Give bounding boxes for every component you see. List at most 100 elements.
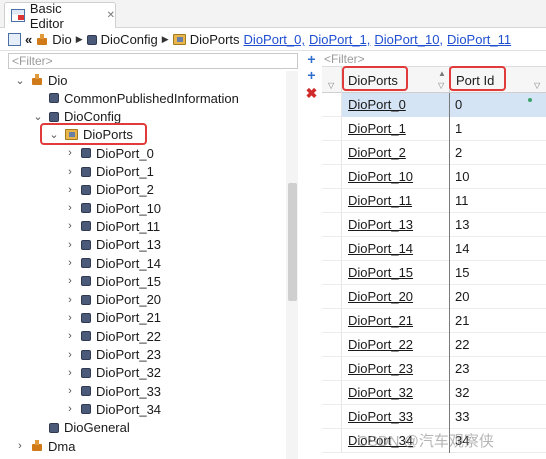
breadcrumb-item-dio[interactable]: Dio	[36, 32, 72, 47]
tree-item[interactable]: › DioPort_2	[64, 181, 154, 199]
chevron-right-icon[interactable]: ›	[64, 349, 76, 361]
row-number-cell[interactable]	[322, 285, 342, 309]
tree-item[interactable]: › DioPort_15	[64, 272, 161, 290]
chevron-right-icon[interactable]: ›	[64, 184, 76, 196]
tree-item[interactable]: › DioPort_14	[64, 254, 161, 272]
dioport-link[interactable]: DioPort_2	[348, 145, 406, 160]
table-row[interactable]: DioPort_0 0	[322, 93, 546, 117]
dioports-cell[interactable]: DioPort_33	[342, 405, 450, 429]
row-number-cell[interactable]	[322, 333, 342, 357]
row-number-cell[interactable]	[322, 381, 342, 405]
table-row[interactable]: DioPort_15 15	[322, 261, 546, 285]
port-id-cell[interactable]: 22	[450, 333, 546, 357]
table-row[interactable]: DioPort_11 11	[322, 189, 546, 213]
dioports-cell[interactable]: DioPort_20	[342, 285, 450, 309]
tree-item[interactable]: ⌄ Dio	[14, 71, 67, 89]
dioport-link[interactable]: DioPort_33	[348, 409, 413, 424]
tree-scrollbar[interactable]	[286, 71, 298, 459]
table-row[interactable]: DioPort_20 20	[322, 285, 546, 309]
basic-editor-tab[interactable]: Basic Editor ✕	[4, 1, 116, 31]
row-number-cell[interactable]	[322, 93, 342, 117]
grid-filter-input[interactable]: <Filter>	[322, 53, 546, 67]
dioports-cell[interactable]: DioPort_10	[342, 165, 450, 189]
filter-icon[interactable]: ▽	[328, 81, 334, 90]
dioports-cell[interactable]: DioPort_2	[342, 141, 450, 165]
row-number-cell[interactable]	[322, 141, 342, 165]
chevron-right-icon[interactable]: ›	[64, 220, 76, 232]
add-child-icon[interactable]: +	[305, 68, 318, 82]
scrollbar-thumb[interactable]	[288, 183, 297, 301]
row-number-cell[interactable]	[322, 357, 342, 381]
dioports-cell[interactable]: DioPort_22	[342, 333, 450, 357]
tree-item[interactable]: › DioPort_32	[64, 364, 161, 382]
dioport-link[interactable]: DioPort_20	[348, 289, 413, 304]
chevron-right-icon[interactable]: ›	[64, 385, 76, 397]
breadcrumb-back-button[interactable]: «	[25, 32, 32, 47]
dioport-link[interactable]: DioPort_15	[348, 265, 413, 280]
add-icon[interactable]: +	[305, 52, 318, 66]
breadcrumb-link[interactable]: DioPort_11	[447, 32, 511, 47]
table-row[interactable]: DioPort_23 23	[322, 357, 546, 381]
tree-item[interactable]: › DioPort_0	[64, 144, 154, 162]
dioports-cell[interactable]: DioPort_14	[342, 237, 450, 261]
row-header-cell[interactable]: ▽	[322, 67, 342, 93]
dioports-cell[interactable]: DioPort_23	[342, 357, 450, 381]
row-number-cell[interactable]	[322, 261, 342, 285]
tree-item[interactable]: › DioPort_21	[64, 309, 161, 327]
tree-item[interactable]: › DioPort_11	[64, 217, 160, 235]
dioports-cell[interactable]: DioPort_15	[342, 261, 450, 285]
row-number-cell[interactable]	[322, 213, 342, 237]
port-id-cell[interactable]: 0	[450, 93, 546, 117]
table-row[interactable]: DioPort_22 22	[322, 333, 546, 357]
row-number-cell[interactable]	[322, 429, 342, 453]
port-id-cell[interactable]: 11	[450, 189, 546, 213]
row-number-cell[interactable]	[322, 165, 342, 189]
filter-icon[interactable]: ▽	[534, 81, 540, 90]
tree-item[interactable]: › DioPort_10	[64, 199, 161, 217]
tree-item[interactable]: CommonPublishedInformation	[32, 89, 239, 107]
dioport-link[interactable]: DioPort_22	[348, 337, 413, 352]
table-row[interactable]: DioPort_13 13	[322, 213, 546, 237]
row-number-cell[interactable]	[322, 405, 342, 429]
row-number-cell[interactable]	[322, 237, 342, 261]
tree-filter-input[interactable]: <Filter>	[8, 53, 298, 69]
tree-item[interactable]: › DioPort_34	[64, 400, 161, 418]
row-number-cell[interactable]	[322, 189, 342, 213]
dioport-link[interactable]: DioPort_1	[348, 121, 406, 136]
dioport-link[interactable]: DioPort_14	[348, 241, 413, 256]
chevron-right-icon[interactable]: ›	[64, 166, 76, 178]
chevron-right-icon[interactable]: ›	[64, 257, 76, 269]
chevron-right-icon[interactable]: ›	[64, 202, 76, 214]
port-id-cell[interactable]: 10	[450, 165, 546, 189]
port-id-cell[interactable]: 32	[450, 381, 546, 405]
port-id-cell[interactable]: 13	[450, 213, 546, 237]
port-id-cell[interactable]: 2	[450, 141, 546, 165]
table-row[interactable]: DioPort_2 2	[322, 141, 546, 165]
tree-item[interactable]: › DioPort_20	[64, 291, 161, 309]
port-id-cell[interactable]: 14	[450, 237, 546, 261]
dioport-link[interactable]: DioPort_23	[348, 361, 413, 376]
tree-item[interactable]: › DioPort_33	[64, 382, 161, 400]
dioport-link[interactable]: DioPort_21	[348, 313, 413, 328]
dioports-cell[interactable]: DioPort_32	[342, 381, 450, 405]
port-id-cell[interactable]: 1	[450, 117, 546, 141]
breadcrumb-link[interactable]: DioPort_10,	[374, 32, 443, 47]
port-id-cell[interactable]: 15	[450, 261, 546, 285]
table-row[interactable]: DioPort_14 14	[322, 237, 546, 261]
dioports-cell[interactable]: DioPort_21	[342, 309, 450, 333]
tree-item[interactable]: › DioPort_1	[64, 163, 154, 181]
chevron-right-icon[interactable]: ›	[64, 294, 76, 306]
chevron-right-icon[interactable]: ›	[64, 403, 76, 415]
table-row[interactable]: DioPort_33 33	[322, 405, 546, 429]
port-id-cell[interactable]: 23	[450, 357, 546, 381]
chevron-right-icon[interactable]: ›	[64, 330, 76, 342]
port-id-cell[interactable]: 33	[450, 405, 546, 429]
tree-item[interactable]: › DioPort_13	[64, 236, 161, 254]
delete-icon[interactable]: ✖	[305, 86, 318, 100]
breadcrumb-link[interactable]: DioPort_1,	[309, 32, 370, 47]
dioports-cell[interactable]: DioPort_11	[342, 189, 450, 213]
dioport-link[interactable]: DioPort_10	[348, 169, 413, 184]
port-id-cell[interactable]: 20	[450, 285, 546, 309]
row-number-cell[interactable]	[322, 309, 342, 333]
chevron-right-icon[interactable]: ›	[64, 275, 76, 287]
